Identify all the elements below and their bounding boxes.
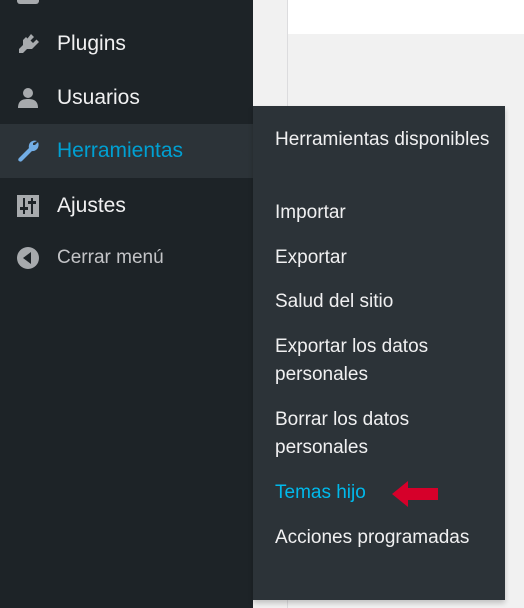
submenu-item-exportar-datos-personales[interactable]: Exportar los datos personales <box>275 333 495 389</box>
submenu-item-borrar-datos-personales[interactable]: Borrar los datos personales <box>275 406 495 462</box>
submenu-item-exportar[interactable]: Exportar <box>275 244 495 272</box>
user-icon <box>16 86 40 110</box>
plug-icon <box>16 32 40 56</box>
collapse-menu-button[interactable]: Cerrar menú <box>0 231 253 285</box>
sidebar-item-label: Cerrar menú <box>57 247 164 268</box>
admin-sidebar: Plugins Usuarios Herramientas Ajustes Ce… <box>0 0 253 608</box>
sidebar-item-label: Herramientas <box>57 139 184 162</box>
sidebar-item-ajustes[interactable]: Ajustes <box>0 179 253 233</box>
sidebar-item-label: Usuarios <box>57 86 140 109</box>
appearance-icon <box>17 0 39 4</box>
sidebar-item-label: Plugins <box>57 32 126 55</box>
submenu-item-herramientas-disponibles[interactable]: Herramientas disponibles <box>275 126 495 154</box>
submenu-item-salud-del-sitio[interactable]: Salud del sitio <box>275 288 495 316</box>
tools-submenu: Herramientas disponibles Importar Export… <box>253 106 505 600</box>
content-area <box>288 0 524 34</box>
sidebar-item-herramientas[interactable]: Herramientas <box>0 124 253 178</box>
red-pointer-arrow-icon <box>392 481 438 507</box>
submenu-item-importar[interactable]: Importar <box>275 199 495 227</box>
submenu-item-temas-hijo[interactable]: Temas hijo <box>275 479 495 507</box>
wrench-icon <box>16 139 40 163</box>
submenu-item-acciones-programadas[interactable]: Acciones programadas <box>275 524 495 552</box>
sidebar-item-usuarios[interactable]: Usuarios <box>0 71 253 125</box>
sidebar-item-label: Ajustes <box>57 194 126 217</box>
collapse-circle-icon <box>16 246 40 270</box>
sidebar-item-plugins[interactable]: Plugins <box>0 17 253 71</box>
sliders-icon <box>16 194 40 218</box>
